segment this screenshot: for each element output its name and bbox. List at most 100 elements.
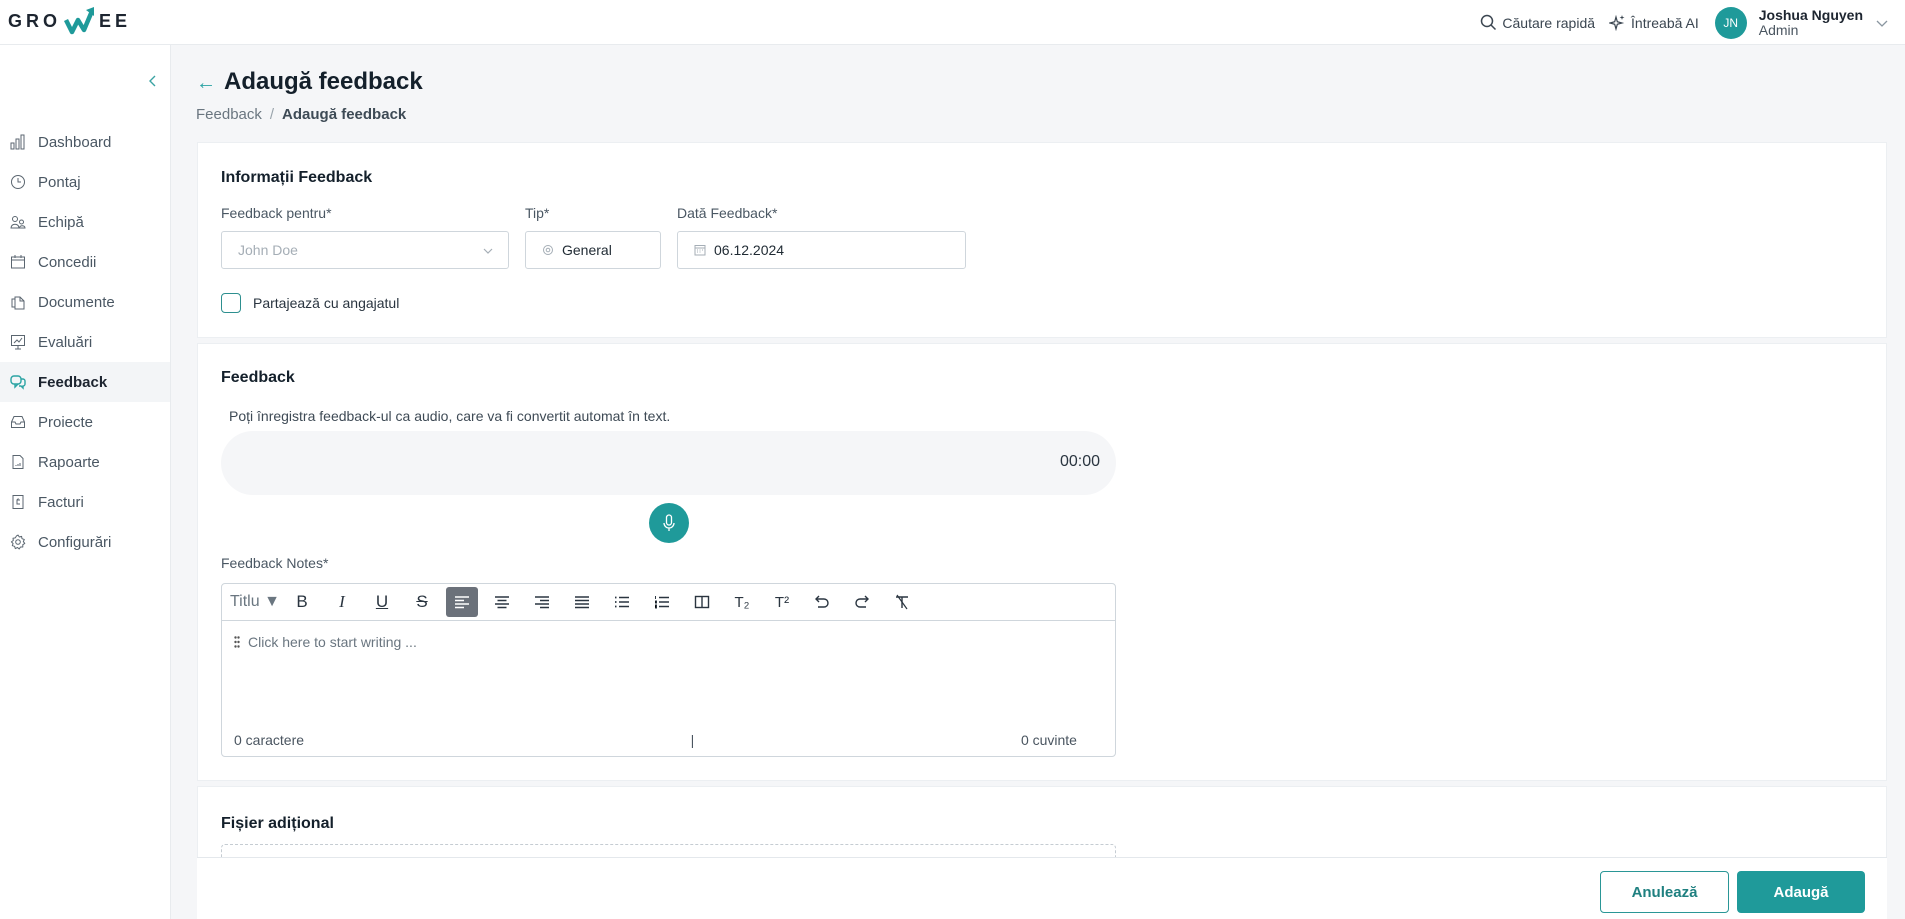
date-label: Dată Feedback* <box>677 205 778 221</box>
sidebar-item-label: Dashboard <box>38 133 112 151</box>
sidebar-item-label: Evaluări <box>38 333 93 351</box>
sidebar-item-configurari[interactable]: Configurări <box>0 522 170 562</box>
share-with-employee-checkbox[interactable] <box>221 293 241 313</box>
align-center-button[interactable] <box>486 587 518 617</box>
chevron-left-icon <box>149 75 156 87</box>
sidebar-item-label: Pontaj <box>38 173 81 191</box>
sidebar-item-dashboard[interactable]: Dashboard <box>0 122 170 162</box>
bold-button[interactable]: B <box>286 587 318 617</box>
resize-divider[interactable]: | <box>691 732 695 748</box>
microphone-icon <box>663 514 675 531</box>
sparkles-icon <box>1609 14 1625 31</box>
italic-icon: I <box>339 592 345 611</box>
sidebar-item-feedback[interactable]: Feedback <box>0 362 170 402</box>
quick-search-label: Căutare rapidă <box>1502 14 1596 31</box>
avatar[interactable]: JN <box>1714 6 1747 39</box>
sidebar-item-pontaj[interactable]: Pontaj <box>0 162 170 202</box>
breadcrumb: Feedback / Adaugă feedback <box>196 106 406 123</box>
sidebar-item-documente[interactable]: Documente <box>0 282 170 322</box>
sidebar-item-label: Documente <box>38 293 115 311</box>
add-button[interactable]: Adaugă <box>1737 871 1865 913</box>
feedback-card: Feedback Poți înregistra feedback-ul ca … <box>197 343 1887 781</box>
logo-text-left: GRO <box>8 10 62 31</box>
sidebar-item-rapoarte[interactable]: Rapoarte <box>0 442 170 482</box>
type-select[interactable]: General <box>525 231 661 269</box>
section-title: Fișier adițional <box>221 815 334 832</box>
underline-icon: U <box>375 592 389 611</box>
sidebar-item-label: Configurări <box>38 533 112 551</box>
sidebar-item-facturi[interactable]: Facturi <box>0 482 170 522</box>
numbered-list-icon <box>655 596 669 609</box>
underline-button[interactable]: U <box>366 587 398 617</box>
breadcrumb-feedback[interactable]: Feedback <box>196 106 262 123</box>
date-value: 06.12.2024 <box>714 242 785 258</box>
superscript-button[interactable]: T² <box>766 587 798 617</box>
editor-footer: 0 caractere | 0 cuvinte <box>234 732 1077 748</box>
rich-text-editor: Titlu ▼ B I U S T₂ T² Click here to star… <box>221 583 1116 757</box>
documents-icon <box>10 294 26 310</box>
justify-icon <box>575 596 589 609</box>
section-title: Informații Feedback <box>221 169 373 186</box>
settings-small-icon <box>543 245 553 255</box>
calendar-icon <box>10 254 26 270</box>
user-menu[interactable]: Joshua Nguyen Admin <box>1758 7 1863 38</box>
sidebar-item-concedii[interactable]: Concedii <box>0 242 170 282</box>
share-with-employee-label: Partajează cu angajatul <box>253 295 400 311</box>
align-right-button[interactable] <box>526 587 558 617</box>
strikethrough-icon: S <box>416 592 428 611</box>
breadcrumb-separator: / <box>269 106 275 123</box>
back-arrow-icon[interactable]: ← <box>196 72 216 95</box>
heading-select[interactable]: Titlu ▼ <box>228 587 282 617</box>
ask-ai-button[interactable]: Întreabă AI <box>1609 14 1699 31</box>
quick-search-button[interactable]: Căutare rapidă <box>1480 14 1595 31</box>
columns-button[interactable] <box>686 587 718 617</box>
numbered-list-button[interactable] <box>646 587 678 617</box>
collapse-sidebar-button[interactable] <box>148 74 158 91</box>
record-button[interactable] <box>649 503 689 543</box>
feedback-for-label: Feedback pentru* <box>221 205 332 221</box>
word-count: 0 cuvinte <box>1020 732 1077 748</box>
bullet-list-button[interactable] <box>606 587 638 617</box>
undo-icon <box>815 595 829 608</box>
sidebar-item-echipa[interactable]: Echipă <box>0 202 170 242</box>
sidebar-item-proiecte[interactable]: Proiecte <box>0 402 170 442</box>
form-footer: Anulează Adaugă <box>197 857 1887 919</box>
sidebar: Dashboard Pontaj Echipă Concedii Documen… <box>0 45 171 919</box>
user-role: Admin <box>1758 21 1799 38</box>
sidebar-item-evaluari[interactable]: Evaluări <box>0 322 170 362</box>
justify-button[interactable] <box>566 587 598 617</box>
align-left-button[interactable] <box>446 587 478 617</box>
gear-icon <box>10 534 26 550</box>
top-bar: GRO EE Căutare rapidă Întreabă AI JN Jos… <box>0 0 1905 45</box>
subscript-button[interactable]: T₂ <box>726 587 758 617</box>
editor-toolbar: Titlu ▼ B I U S T₂ T² <box>222 584 1115 621</box>
align-left-icon <box>455 596 469 609</box>
strikethrough-button[interactable]: S <box>406 587 438 617</box>
editor-content[interactable]: Click here to start writing ... <box>234 634 417 650</box>
users-icon <box>10 214 26 230</box>
invoice-icon <box>10 494 26 510</box>
undo-button[interactable] <box>806 587 838 617</box>
italic-button[interactable]: I <box>326 587 358 617</box>
redo-button[interactable] <box>846 587 878 617</box>
chevron-down-icon[interactable] <box>1875 18 1889 28</box>
date-input[interactable]: 06.12.2024 <box>677 231 966 269</box>
cancel-button[interactable]: Anulează <box>1600 871 1729 913</box>
ask-ai-label: Întreabă AI <box>1631 14 1699 31</box>
drag-handle-icon[interactable] <box>234 636 240 648</box>
clear-format-button[interactable] <box>886 587 918 617</box>
redo-icon <box>855 595 869 608</box>
clear-format-icon <box>896 594 908 610</box>
presentation-chart-icon <box>10 334 26 350</box>
subscript-icon: T₂ <box>734 593 750 611</box>
sidebar-item-label: Feedback <box>38 373 108 391</box>
inbox-icon <box>10 414 26 430</box>
feedback-for-select[interactable]: John Doe <box>221 231 509 269</box>
audio-hint: Poți înregistra feedback-ul ca audio, ca… <box>229 408 671 424</box>
sidebar-item-label: Concedii <box>38 253 97 271</box>
growee-logo[interactable]: GRO EE <box>8 4 131 38</box>
search-icon <box>1481 14 1497 31</box>
sidebar-nav: Dashboard Pontaj Echipă Concedii Documen… <box>0 122 170 562</box>
sidebar-item-label: Echipă <box>38 213 84 231</box>
chat-bubbles-icon <box>10 374 26 390</box>
